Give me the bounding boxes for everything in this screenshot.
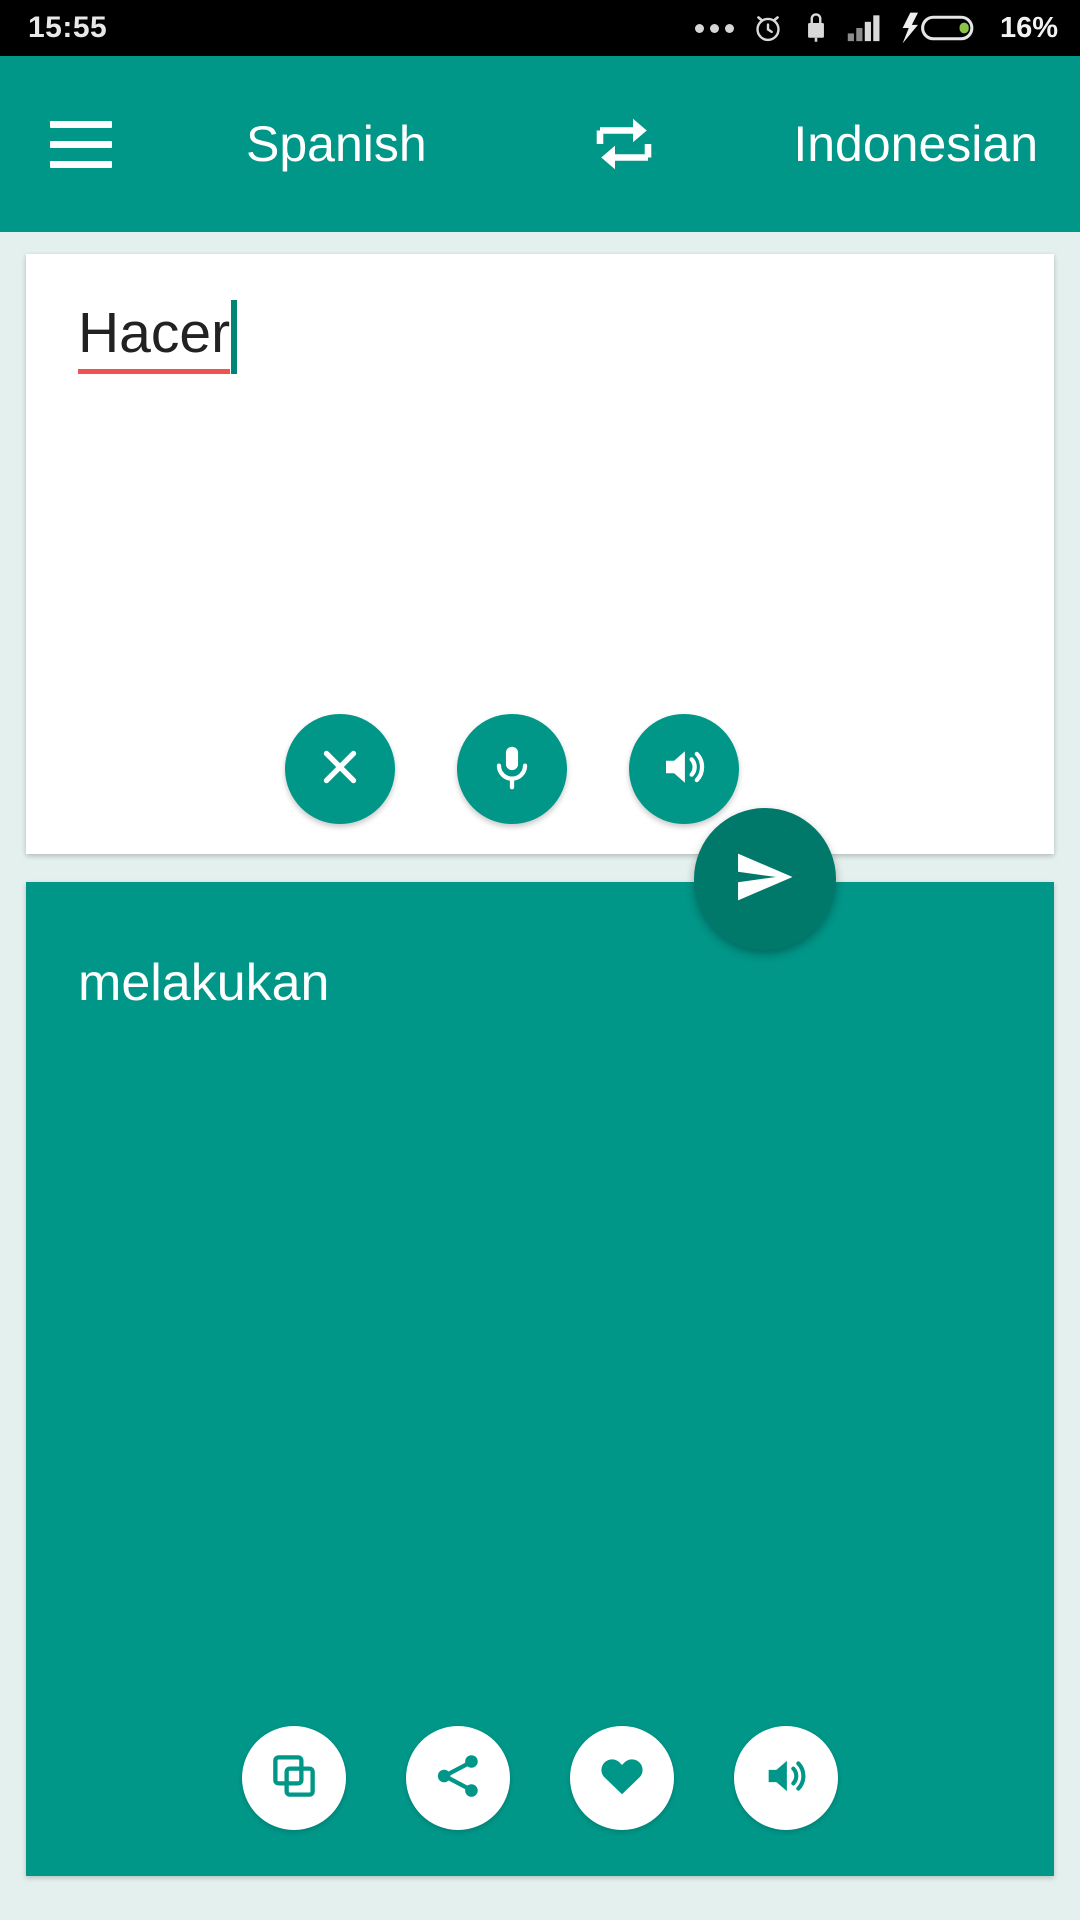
- copy-button[interactable]: [242, 1726, 346, 1830]
- swap-languages-icon[interactable]: [584, 104, 664, 184]
- translation-result-card: melakukan: [26, 882, 1054, 1876]
- source-text-card: Hacer: [26, 254, 1054, 854]
- clear-button[interactable]: [285, 714, 395, 824]
- share-icon: [432, 1750, 484, 1807]
- speaker-icon: [657, 740, 711, 799]
- close-icon: [313, 740, 367, 799]
- battery-charging-icon: [898, 11, 978, 45]
- source-action-row: [26, 714, 1054, 824]
- source-text-value: Hacer: [78, 302, 231, 374]
- text-caret: [231, 300, 238, 374]
- translate-send-button[interactable]: [694, 808, 836, 950]
- more-dots-icon: [694, 23, 734, 33]
- share-button[interactable]: [406, 1726, 510, 1830]
- alarm-clock-icon: [751, 11, 785, 45]
- result-action-row: [26, 1726, 1054, 1830]
- microphone-icon: [485, 740, 539, 799]
- favorite-button[interactable]: [570, 1726, 674, 1830]
- speaker-icon: [760, 1750, 812, 1807]
- battery-percent: 16%: [999, 11, 1058, 44]
- target-language-selector[interactable]: Indonesian: [793, 115, 1038, 173]
- speak-output-button[interactable]: [734, 1726, 838, 1830]
- usb-lock-icon: [802, 11, 830, 45]
- hamburger-menu-icon[interactable]: [50, 120, 150, 168]
- send-icon: [732, 844, 798, 915]
- status-time: 15:55: [28, 11, 108, 44]
- source-language-selector[interactable]: Spanish: [246, 115, 427, 173]
- app-bar: Spanish Indonesian: [0, 56, 1080, 232]
- heart-icon: [596, 1750, 648, 1807]
- status-icons: 16%: [694, 11, 1058, 45]
- signal-bars-icon: [847, 13, 881, 43]
- copy-icon: [268, 1750, 320, 1807]
- speak-input-button[interactable]: [629, 714, 739, 824]
- translation-result-text: melakukan: [78, 954, 330, 1012]
- app-screen: 15:55 16% Spanish Indonesian Hacer melak…: [0, 0, 1080, 1920]
- status-bar: 15:55 16%: [0, 0, 1080, 56]
- voice-input-button[interactable]: [457, 714, 567, 824]
- source-text-input[interactable]: Hacer: [78, 300, 238, 374]
